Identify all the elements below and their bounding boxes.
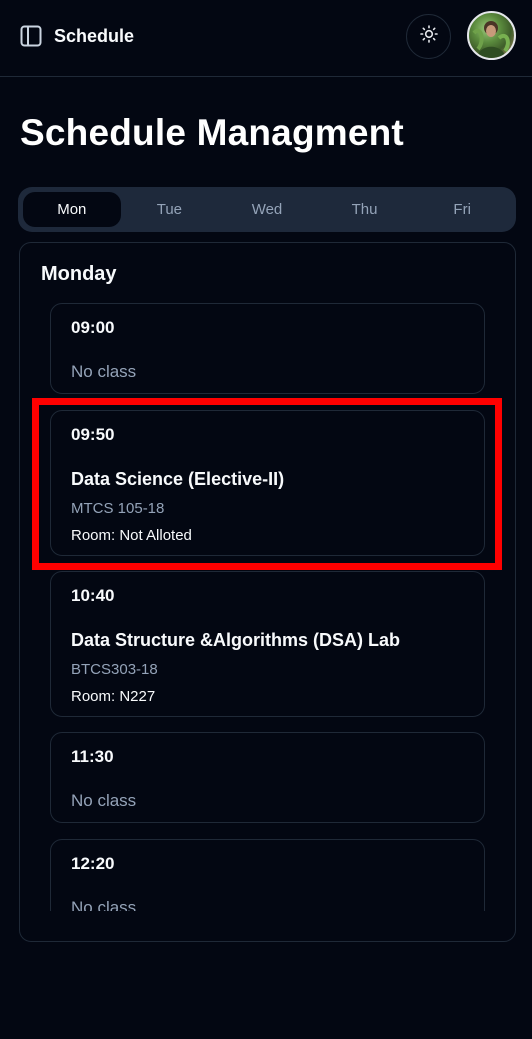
tab-thu[interactable]: Thu [316,192,414,227]
tab-mon[interactable]: Mon [23,192,121,227]
slot-card[interactable]: 09:00 No class [50,303,485,394]
avatar[interactable] [467,11,516,60]
slot-time: 12:20 [71,854,115,873]
day-tabs: Mon Tue Wed Thu Fri [18,187,516,232]
slot-time: 10:40 [71,586,115,605]
slot-list[interactable]: 09:00 No class 09:50 Data Science (Elect… [50,303,486,911]
room-label: Room: N227 [71,688,156,705]
day-title: Monday [41,263,117,285]
no-class-label: No class [71,898,137,911]
sidebar-panel-icon[interactable] [20,25,42,47]
page-title: Schedule Managment [20,112,404,153]
slot-card[interactable]: 12:20 No class [50,839,485,911]
slot-card[interactable]: 10:40 Data Structure &Algorithms (DSA) L… [50,571,485,717]
no-class-label: No class [71,362,137,381]
course-name: Data Structure &Algorithms (DSA) Lab [71,630,401,650]
slot-card[interactable]: 11:30 No class [50,732,485,823]
day-schedule-card: Monday 09:00 No class 09:50 Data Science… [19,242,516,942]
slot-time: 09:00 [71,318,115,337]
highlight-box [32,398,502,570]
app-title: Schedule [54,26,135,46]
sun-icon [419,25,438,48]
tab-wed[interactable]: Wed [218,192,316,227]
slot-time: 11:30 [71,747,114,766]
tab-tue[interactable]: Tue [121,192,219,227]
tab-fri[interactable]: Fri [413,192,511,227]
course-code: BTCS303-18 [71,661,158,678]
no-class-label: No class [71,791,137,810]
top-bar: Schedule [0,0,532,77]
theme-toggle-button[interactable] [406,14,451,59]
